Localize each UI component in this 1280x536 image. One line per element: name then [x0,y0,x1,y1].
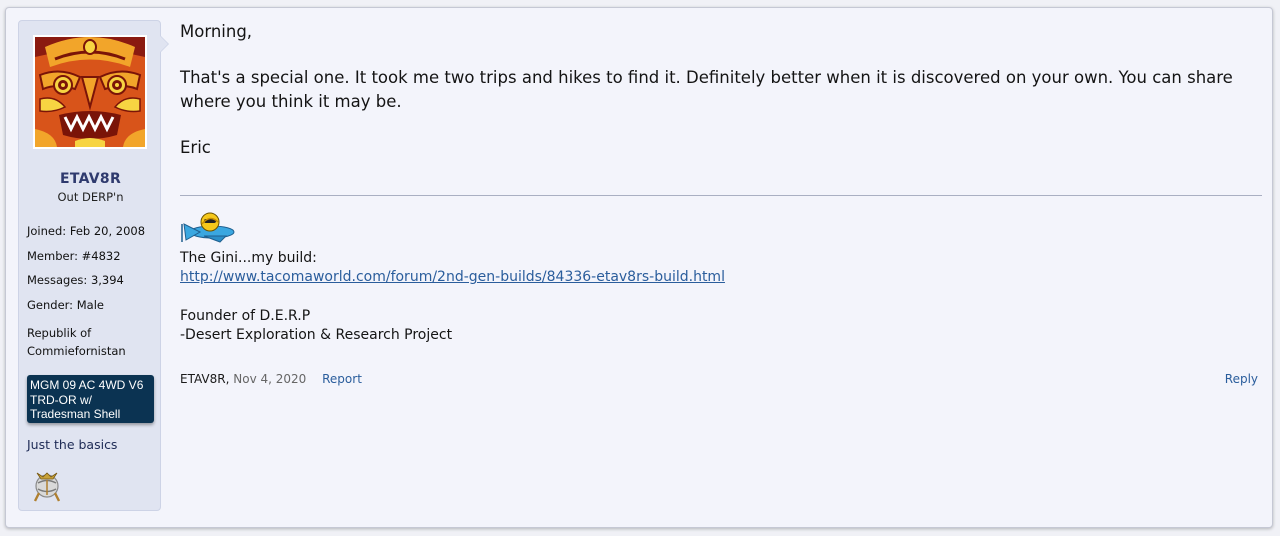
airplane-icon [180,210,236,244]
message-greeting: Morning, [180,22,253,41]
vehicle-line-1: MGM 09 AC 4WD V6 [30,378,144,392]
reply-button[interactable]: Reply [1225,372,1258,386]
location-line-2: Commiefornistan [27,344,126,358]
report-link[interactable]: Report [322,372,362,386]
stat-joined: Joined: Feb 20, 2008 [27,224,159,249]
usmc-emblem-icon [29,467,65,503]
stat-messages-label: Messages: [27,273,88,287]
vehicle-badge: MGM 09 AC 4WD V6 TRD-OR w/ Tradesman She… [27,375,154,423]
stat-gender: Gender: Male [27,298,159,323]
stat-messages: Messages: 3,394 [27,273,159,298]
stat-joined-value: Feb 20, 2008 [69,224,146,238]
stat-gender-value: Male [76,297,104,312]
stat-joined-label: Joined: [27,224,67,238]
signature-line-3: Founder of D.E.R.P [180,308,311,324]
avatar[interactable] [33,35,147,149]
signature-divider [180,195,1262,196]
signature-line-4: -Desert Exploration & Research Project [180,327,453,343]
user-location: Republik of Commiefornistan [27,324,159,360]
panel-arrow-inner [160,36,168,52]
post-footer: ETAV8R, Nov 4, 2020 Report Reply [180,372,1262,386]
psychedelic-face-avatar [35,37,145,147]
user-info-panel: ETAV8R Out DERP'n Joined: Feb 20, 2008 M… [18,20,169,511]
signature-build-link[interactable]: http://www.tacomaworld.com/forum/2nd-gen… [180,268,725,287]
post-container: ETAV8R Out DERP'n Joined: Feb 20, 2008 M… [5,7,1273,528]
stat-messages-value[interactable]: 3,394 [91,273,124,287]
post-author-link[interactable]: ETAV8R, [180,372,229,386]
signature-line-1: The Gini...my build: [180,250,317,266]
stat-member-value: #4832 [81,248,121,263]
post-date-link[interactable]: Nov 4, 2020 [233,372,306,386]
stat-member: Member: #4832 [27,249,159,274]
vehicle-line-2: TRD-OR w/ [30,392,92,407]
location-line-1: Republik of [27,326,92,340]
user-title: Out DERP'n [57,190,124,204]
stat-member-label: Member: [27,248,78,263]
user-stats: Joined: Feb 20, 2008 Member: #4832 Messa… [27,224,159,360]
vehicle-line-3: Tradesman Shell [30,407,121,421]
message-text: That's a special one. It took me two tri… [180,68,1233,111]
message-signoff: Eric [180,138,211,157]
user-membership-level: Just the basics [27,437,118,452]
stat-gender-label: Gender: [27,297,74,312]
username-link[interactable]: ETAV8R [19,171,162,187]
